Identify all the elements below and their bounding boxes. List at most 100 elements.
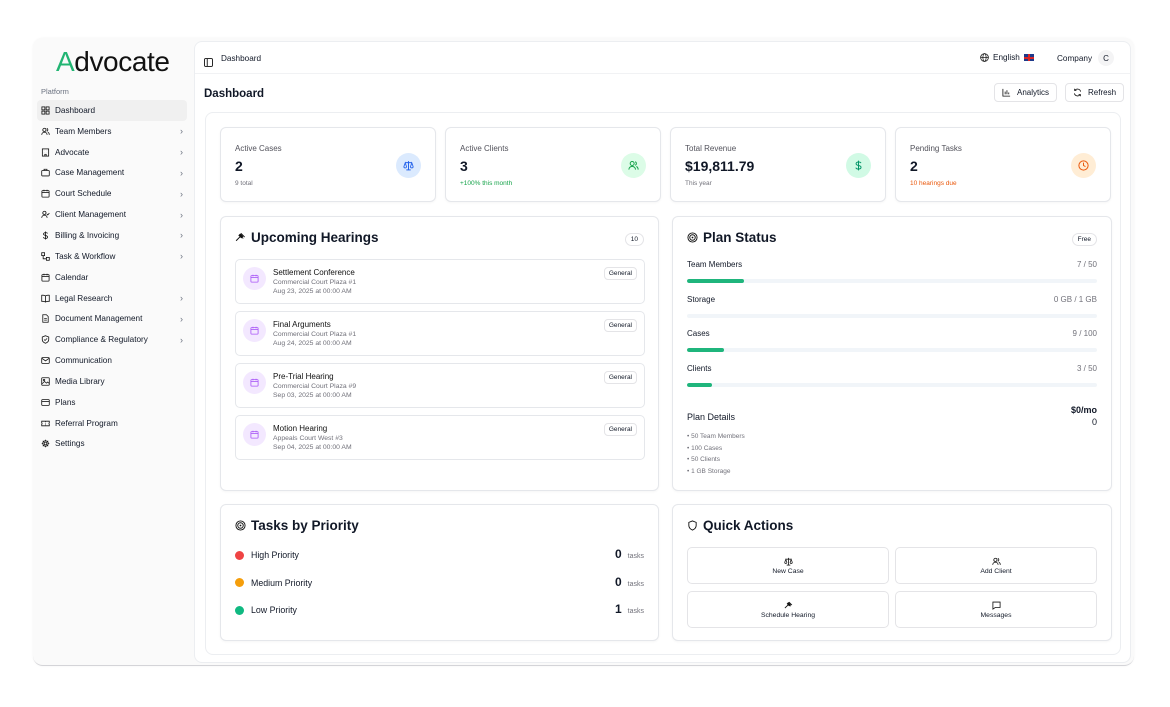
- hearing-location: Commercial Court Plaza #1: [273, 279, 357, 286]
- sidebar-item-label: Document Management: [55, 314, 143, 324]
- dollar-icon: [855, 160, 862, 171]
- priority-count-value: 0: [614, 547, 622, 561]
- message-icon: [991, 601, 1001, 610]
- briefcase-icon: [41, 168, 50, 177]
- stat-icon-badge: [621, 153, 646, 178]
- stat-value: 3: [460, 158, 468, 174]
- hearing-item[interactable]: Settlement Conference Commercial Court Pl…: [235, 259, 645, 304]
- stat-card-active-cases: Active Cases 2 9 total: [220, 127, 436, 202]
- stat-value: $19,811.79: [685, 158, 755, 174]
- hearings-count-badge: 10: [624, 233, 644, 246]
- sidebar-item-label: Billing & Invoicing: [55, 230, 120, 240]
- user-check-icon: [41, 210, 50, 219]
- logo[interactable]: Advocate: [56, 46, 170, 78]
- workflow-icon: [41, 252, 50, 261]
- sidebar-item-client-management[interactable]: Client Management ›: [37, 204, 187, 225]
- plan-team-members-value: 7 / 50: [1076, 260, 1097, 269]
- sidebar-item-case-management[interactable]: Case Management ›: [37, 163, 187, 184]
- globe-icon: [980, 53, 989, 62]
- plan-storage-label: Storage: [687, 294, 716, 304]
- priority-dot: [235, 605, 244, 615]
- sidebar-item-label: Compliance & Regulatory: [55, 335, 148, 345]
- sidebar-item-dashboard[interactable]: Dashboard: [37, 100, 187, 121]
- sidebar-toggle-icon[interactable]: [204, 54, 213, 67]
- plan-price-extra: 0: [1091, 417, 1097, 427]
- chevron-right-icon: ›: [180, 230, 183, 241]
- sidebar-item-communication[interactable]: Communication: [37, 350, 187, 371]
- breadcrumb[interactable]: Dashboard: [221, 54, 261, 63]
- chevron-right-icon: ›: [180, 147, 183, 158]
- sidebar-item-document-management[interactable]: Document Management ›: [37, 308, 187, 329]
- sidebar-item-legal-research[interactable]: Legal Research ›: [37, 288, 187, 309]
- sidebar-section-label: Platform: [41, 87, 69, 96]
- hearing-item[interactable]: Pre-Trial Hearing Commercial Court Plaza …: [235, 363, 645, 408]
- sidebar-item-settings[interactable]: Settings: [37, 434, 187, 455]
- stat-subtext: 9 total: [235, 180, 253, 187]
- sidebar-item-billing-invoicing[interactable]: Billing & Invoicing ›: [37, 225, 187, 246]
- hearing-item[interactable]: Final Arguments Commercial Court Plaza #1…: [235, 311, 645, 356]
- language-selector[interactable]: English: [980, 53, 1034, 62]
- logo-accent: A: [56, 46, 75, 77]
- plan-team-members-label: Team Members: [687, 260, 743, 269]
- schedule-hearing-button[interactable]: Schedule Hearing: [687, 591, 889, 628]
- file-icon: [41, 314, 50, 324]
- sidebar-item-label: Client Management: [55, 210, 126, 220]
- sidebar-item-calendar[interactable]: Calendar: [37, 267, 187, 288]
- chevron-right-icon: ›: [180, 126, 183, 137]
- uk-flag-icon: [1023, 54, 1034, 61]
- priority-dot: [235, 578, 244, 587]
- sidebar-nav: Dashboard Team Members › Advocate › Case Mana…: [37, 100, 187, 454]
- priority-dot: [235, 550, 244, 560]
- quick-actions-title: Quick Actions: [687, 518, 793, 533]
- sidebar-item-label: Legal Research: [55, 293, 113, 303]
- sidebar-item-referral-program[interactable]: Referral Program: [37, 413, 187, 434]
- priority-unit: tasks: [627, 553, 644, 560]
- sidebar-item-team-members[interactable]: Team Members ›: [37, 121, 187, 142]
- sidebar-item-label: Referral Program: [55, 418, 118, 428]
- company-name[interactable]: Company: [1057, 54, 1092, 63]
- plan-title-label: Plan Status: [703, 230, 777, 245]
- upcoming-hearings-title: Upcoming Hearings: [235, 230, 379, 245]
- refresh-label: Refresh: [1088, 88, 1117, 97]
- plan-cases-value: 9 / 100: [1072, 329, 1097, 339]
- sidebar-item-label: Plans: [55, 397, 76, 407]
- target-icon: [687, 232, 698, 243]
- priority-row: Medium Priority: [235, 578, 312, 588]
- users-icon: [628, 161, 639, 170]
- hearings-title-label: Upcoming Hearings: [251, 230, 379, 245]
- sidebar-item-label: Settings: [55, 439, 85, 449]
- refresh-button[interactable]: Refresh: [1065, 83, 1125, 102]
- plan-clients-value: 3 / 50: [1076, 364, 1097, 374]
- sidebar-item-plans[interactable]: Plans: [37, 392, 187, 413]
- new-case-button[interactable]: New Case: [687, 547, 889, 584]
- stat-value: 2: [910, 158, 918, 174]
- topbar: Dashboard English Company C: [195, 42, 1130, 74]
- hearing-location: Commercial Court Plaza #9: [273, 383, 357, 390]
- hearing-calendar-badge: [243, 319, 266, 342]
- plan-detail-item: • 50 Clients: [687, 456, 720, 464]
- plan-detail-item: • 1 GB Storage: [687, 467, 731, 475]
- sidebar-item-task-workflow[interactable]: Task & Workflow ›: [37, 246, 187, 267]
- hearing-item[interactable]: Motion Hearing Appeals Court West #3 Sep 0…: [235, 415, 645, 460]
- building-icon: [41, 148, 50, 157]
- add-client-button[interactable]: Add Client: [895, 547, 1097, 584]
- chevron-right-icon: ›: [180, 334, 183, 345]
- avatar[interactable]: C: [1098, 50, 1114, 66]
- sidebar-item-advocate[interactable]: Advocate ›: [37, 142, 187, 163]
- dashboard-content: Active Cases 2 9 total Active Clients 3 +100%…: [205, 112, 1121, 655]
- plan-clients-progress: [687, 383, 1097, 388]
- messages-button[interactable]: Messages: [895, 591, 1097, 628]
- priority-unit: tasks: [627, 580, 644, 588]
- plan-price: $0/mo: [1070, 405, 1097, 415]
- sidebar-item-compliance-regulatory[interactable]: Compliance & Regulatory ›: [37, 329, 187, 350]
- sidebar-item-media-library[interactable]: Media Library: [37, 371, 187, 392]
- analytics-button[interactable]: Analytics: [994, 83, 1058, 102]
- gear-icon: [41, 440, 50, 448]
- bar-chart-icon: [1002, 88, 1011, 97]
- ticket-icon: [41, 420, 50, 426]
- gear-icon: [41, 439, 50, 448]
- sidebar-item-court-schedule[interactable]: Court Schedule ›: [37, 183, 187, 204]
- hearing-tag: General: [603, 371, 637, 384]
- briefcase-icon: [41, 169, 50, 177]
- refresh-icon: [1073, 88, 1082, 97]
